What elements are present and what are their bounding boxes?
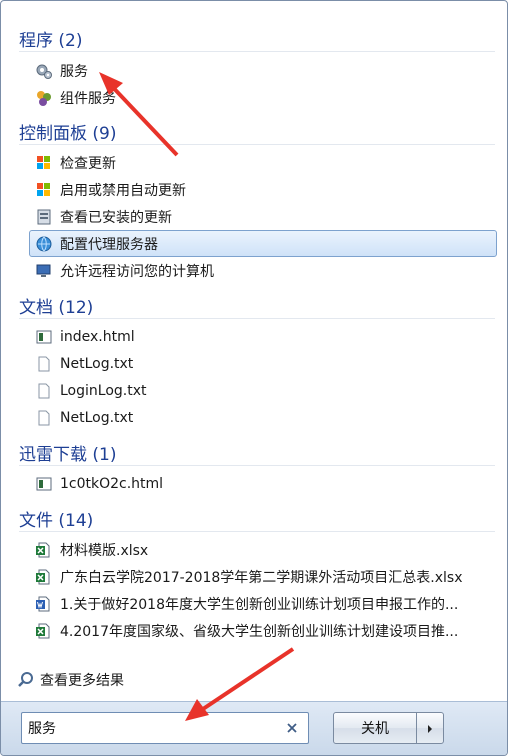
result-item-label: 检查更新 (60, 155, 116, 172)
search-box (21, 712, 309, 744)
excel-file-icon (35, 541, 53, 559)
text-file-icon (35, 382, 53, 400)
shutdown-button[interactable]: 关机 (333, 712, 417, 744)
result-item-label: index.html (60, 328, 135, 345)
result-item-netlog[interactable]: NetLog.txt (29, 350, 497, 377)
result-item-check-updates[interactable]: 检查更新 (29, 149, 497, 176)
excel-file-icon (35, 568, 53, 586)
result-item-services[interactable]: 服务 (29, 57, 497, 84)
see-more-results-link[interactable]: 查看更多结果 (17, 669, 124, 691)
search-input[interactable] (22, 714, 272, 742)
result-item-loginlog[interactable]: LoginLog.txt (29, 377, 497, 404)
result-item-label: 广东白云学院2017-2018学年第二学期课外活动项目汇总表.xlsx (60, 569, 463, 586)
component-services-icon (35, 89, 53, 107)
result-item-installed-updates[interactable]: 查看已安装的更新 (29, 203, 497, 230)
result-item-label: 4.2017年度国家级、省级大学生创新创业训练计划建设项目推... (60, 623, 459, 640)
result-item-proxy-server[interactable]: 配置代理服务器 (29, 230, 497, 257)
windows-update-icon (35, 181, 53, 199)
see-more-label: 查看更多结果 (40, 673, 124, 689)
installed-updates-icon (35, 208, 53, 226)
result-item-label: 服务 (60, 63, 88, 80)
remote-access-icon (35, 262, 53, 280)
arrow-right-icon (425, 719, 435, 738)
text-file-icon (35, 355, 53, 373)
text-file-icon (35, 409, 53, 427)
result-item-label: 材料模版.xlsx (60, 542, 149, 559)
result-item-label: LoginLog.txt (60, 382, 147, 399)
html-file-icon (35, 475, 53, 493)
start-menu-search-panel: 程序 (2) 服务 组件服务 控制面板 (9) 检查更新 启用或禁用自动更新 查… (0, 0, 508, 756)
result-item-auto-update[interactable]: 启用或禁用自动更新 (29, 176, 497, 203)
shutdown-group: 关机 (333, 712, 465, 744)
result-item-label: 1c0tkO2c.html (60, 475, 164, 492)
result-item-label: NetLog.txt (60, 355, 134, 372)
result-item-innovation-projects[interactable]: 4.2017年度国家级、省级大学生创新创业训练计划建设项目推... (29, 617, 497, 644)
search-results-list: 程序 (2) 服务 组件服务 控制面板 (9) 检查更新 启用或禁用自动更新 查… (7, 7, 503, 655)
divider (19, 465, 495, 466)
group-header-thunder-downloads: 迅雷下载 (1) (19, 444, 117, 465)
group-header-documents: 文档 (12) (19, 297, 94, 318)
result-item-innovation-notice[interactable]: 1.关于做好2018年度大学生创新创业训练计划项目申报工作的... (29, 590, 497, 617)
divider (19, 51, 495, 52)
result-item-label: 查看已安装的更新 (60, 209, 172, 226)
group-header-control-panel: 控制面板 (9) (19, 123, 117, 144)
html-file-icon (35, 328, 53, 346)
result-item-label: NetLog.txt (60, 409, 134, 426)
group-header-programs: 程序 (2) (19, 30, 83, 51)
bottom-bar: 关机 (1, 701, 507, 755)
result-item-remote-access[interactable]: 允许远程访问您的计算机 (29, 257, 497, 284)
result-item-label: 组件服务 (60, 90, 116, 107)
result-item-component-services[interactable]: 组件服务 (29, 84, 497, 111)
result-item-label: 1.关于做好2018年度大学生创新创业训练计划项目申报工作的... (60, 596, 459, 613)
result-item-label: 允许远程访问您的计算机 (60, 263, 214, 280)
result-item-label: 启用或禁用自动更新 (60, 182, 186, 199)
result-item-material-template[interactable]: 材料模版.xlsx (29, 536, 497, 563)
result-item-index-html[interactable]: index.html (29, 323, 497, 350)
word-file-icon (35, 595, 53, 613)
result-item-label: 配置代理服务器 (60, 236, 158, 253)
group-header-files: 文件 (14) (19, 510, 94, 531)
magnifier-icon (17, 671, 35, 689)
result-item-activity-summary[interactable]: 广东白云学院2017-2018学年第二学期课外活动项目汇总表.xlsx (29, 563, 497, 590)
windows-update-icon (35, 154, 53, 172)
result-item-netlog-2[interactable]: NetLog.txt (29, 404, 497, 431)
gears-icon (35, 62, 53, 80)
result-item-downloaded-html[interactable]: 1c0tkO2c.html (29, 470, 497, 497)
shutdown-options-button[interactable] (416, 712, 444, 744)
divider (19, 318, 495, 319)
close-icon[interactable] (284, 720, 300, 736)
divider (19, 144, 495, 145)
excel-file-icon (35, 622, 53, 640)
divider (19, 531, 495, 532)
internet-options-icon (35, 235, 53, 253)
